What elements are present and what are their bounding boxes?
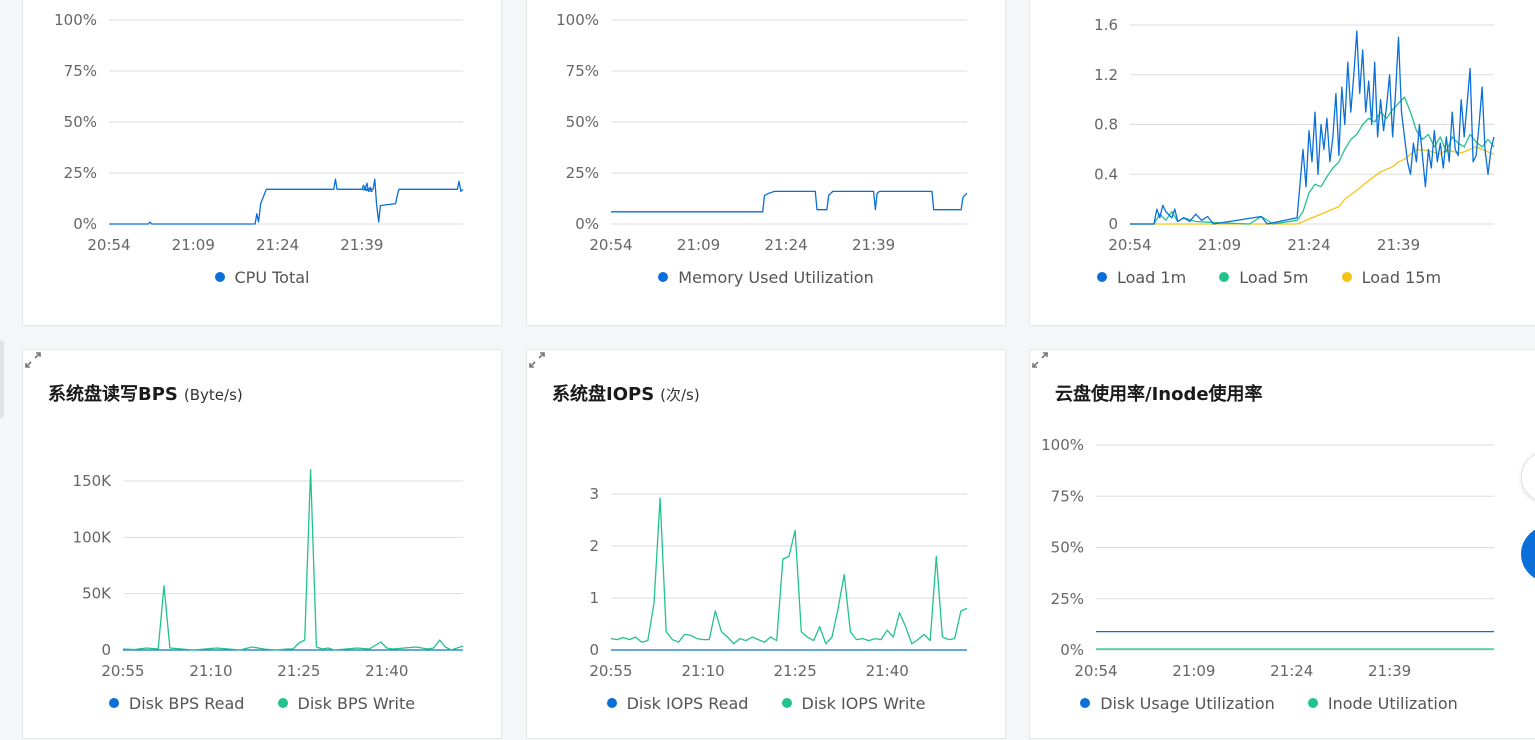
x-tick-label: 20:55 <box>101 662 144 680</box>
legend-disk-bps-write[interactable]: Disk BPS Write <box>277 694 415 713</box>
y-tick-label: 50% <box>1051 539 1084 557</box>
y-tick-label: 1.2 <box>1094 66 1118 84</box>
x-tick-label: 20:55 <box>589 662 632 680</box>
legend-dot <box>1219 272 1230 282</box>
x-tick-label: 21:24 <box>256 236 299 254</box>
series-line-cpu-total <box>109 178 464 225</box>
x-tick-label: 21:25 <box>277 662 320 680</box>
y-tick-label: 25% <box>566 164 599 182</box>
disk-usage-chart-card: 云盘使用率/Inode使用率 100% 75% 50% 25% 0% 20:54 21:09… <box>1029 349 1535 739</box>
y-tick-label: 75% <box>566 62 599 80</box>
sidebar-collapse-handle[interactable] <box>0 340 4 418</box>
legend-dot <box>606 698 617 708</box>
x-tick-label: 21:24 <box>1270 662 1313 680</box>
y-tick-label: 3 <box>589 485 599 503</box>
legend-disk-iops-write[interactable]: Disk IOPS Write <box>781 694 925 713</box>
legend-dot <box>658 272 669 282</box>
legend-dot <box>1096 272 1107 282</box>
legend-disk-bps-read[interactable]: Disk BPS Read <box>108 694 244 713</box>
disk-bps-chart: 150K 100K 50K 0 20:55 21:10 21:25 21:40 <box>73 469 464 680</box>
y-tick-label: 0 <box>589 641 599 659</box>
x-tick-label: 21:09 <box>677 236 720 254</box>
y-tick-label: 50% <box>566 113 599 131</box>
legend-memory-used[interactable]: Memory Used Utilization <box>658 268 874 287</box>
x-tick-label: 21:24 <box>764 236 807 254</box>
disk-usage-legend: Disk Usage Utilization Inode Utilization <box>1030 694 1508 713</box>
memory-legend: Memory Used Utilization <box>527 268 1005 287</box>
legend-load-15m[interactable]: Load 15m <box>1341 268 1441 287</box>
x-tick-label: 21:39 <box>852 236 895 254</box>
x-tick-label: 21:09 <box>1172 662 1215 680</box>
load-chart-card: 1.6 1.2 0.8 0.4 0 20:54 21:09 21:24 21:39 Load 1… <box>1029 0 1535 326</box>
disk-iops-legend: Disk IOPS Read Disk IOPS Write <box>527 694 1005 713</box>
disk-bps-legend: Disk BPS Read Disk BPS Write <box>23 694 501 713</box>
legend-load-5m[interactable]: Load 5m <box>1219 268 1309 287</box>
cpu-legend: CPU Total <box>23 268 501 287</box>
x-tick-label: 21:10 <box>189 662 232 680</box>
disk-iops-chart-card: 系统盘IOPS (次/s) 3 2 1 0 20:55 21:10 21:25 21:40 Di… <box>526 349 1006 739</box>
legend-inode-usage[interactable]: Inode Utilization <box>1307 694 1458 713</box>
series-line-memory-used-utilization <box>611 190 968 213</box>
legend-load-1m[interactable]: Load 1m <box>1096 268 1186 287</box>
legend-disk-iops-read[interactable]: Disk IOPS Read <box>606 694 748 713</box>
y-tick-label: 0% <box>73 215 97 233</box>
x-tick-label: 21:39 <box>1377 236 1420 254</box>
y-tick-label: 100K <box>73 528 113 546</box>
x-tick-label: 21:10 <box>681 662 724 680</box>
y-tick-label: 50% <box>64 113 97 131</box>
y-tick-label: 1 <box>589 589 599 607</box>
y-tick-label: 2 <box>589 537 599 555</box>
legend-dot <box>781 698 792 708</box>
legend-disk-usage[interactable]: Disk Usage Utilization <box>1080 694 1275 713</box>
y-tick-label: 0 <box>101 641 111 659</box>
legend-dot <box>277 698 288 708</box>
legend-dot <box>108 698 119 708</box>
legend-dot <box>1307 698 1318 708</box>
x-tick-label: 21:39 <box>1368 662 1411 680</box>
y-tick-label: 25% <box>64 164 97 182</box>
cpu-chart-card: 100% 75% 50% 25% 0% 20:54 21:09 21:24 21:39 CPU … <box>22 0 502 326</box>
legend-dot <box>1080 698 1091 708</box>
y-tick-label: 0% <box>1060 641 1084 659</box>
y-tick-label: 0 <box>1108 215 1118 233</box>
y-tick-label: 0% <box>575 215 599 233</box>
y-tick-label: 150K <box>73 472 113 490</box>
y-tick-label: 50K <box>82 585 112 603</box>
y-tick-label: 75% <box>1051 487 1084 505</box>
disk-iops-chart: 3 2 1 0 20:55 21:10 21:25 21:40 <box>589 485 968 680</box>
disk-bps-chart-card: 系统盘读写BPS (Byte/s) 150K 100K 50K 0 20:55 21:10 2… <box>22 349 502 739</box>
y-tick-label: 25% <box>1051 590 1084 608</box>
x-tick-label: 20:54 <box>589 236 632 254</box>
y-tick-label: 0.4 <box>1094 165 1118 183</box>
legend-dot <box>214 272 225 282</box>
series-line-disk-bps-write <box>122 469 464 651</box>
series-line-disk-iops-write <box>610 497 968 645</box>
x-tick-label: 21:40 <box>365 662 408 680</box>
y-tick-label: 1.6 <box>1094 16 1118 34</box>
x-tick-label: 21:39 <box>340 236 383 254</box>
load-legend: Load 1m Load 5m Load 15m <box>1030 268 1508 287</box>
x-tick-label: 21:09 <box>172 236 215 254</box>
x-tick-label: 20:54 <box>1108 236 1151 254</box>
y-tick-label: 100% <box>54 11 97 29</box>
memory-chart-card: 100% 75% 50% 25% 0% 20:54 21:09 21:24 21:39 Memo… <box>526 0 1006 326</box>
y-tick-label: 100% <box>556 11 599 29</box>
x-tick-label: 20:54 <box>1074 662 1117 680</box>
legend-cpu-total[interactable]: CPU Total <box>214 268 309 287</box>
disk-usage-chart: 100% 75% 50% 25% 0% 20:54 21:09 21:24 21:39 <box>1041 436 1494 680</box>
x-tick-label: 20:54 <box>87 236 130 254</box>
x-tick-label: 21:24 <box>1287 236 1330 254</box>
y-tick-label: 100% <box>1041 436 1084 454</box>
series-line-load-1m <box>1130 30 1495 225</box>
y-tick-label: 75% <box>64 62 97 80</box>
y-tick-label: 0.8 <box>1094 116 1118 134</box>
x-tick-label: 21:40 <box>866 662 909 680</box>
x-tick-label: 21:25 <box>774 662 817 680</box>
x-tick-label: 21:09 <box>1198 236 1241 254</box>
legend-dot <box>1341 272 1352 282</box>
